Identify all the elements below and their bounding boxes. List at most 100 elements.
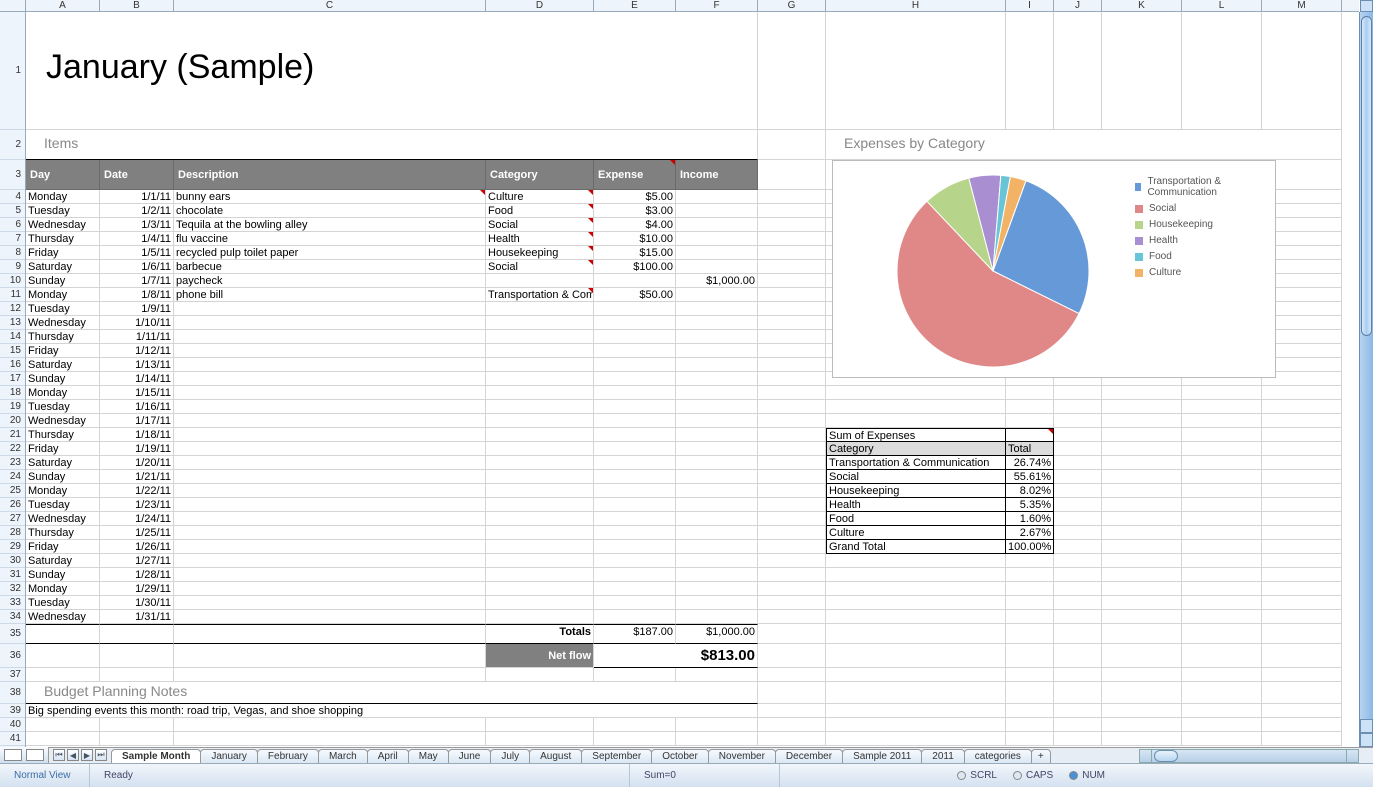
cell-income[interactable] — [676, 344, 758, 358]
row-header-28[interactable]: 28 — [0, 526, 25, 540]
cell-category[interactable] — [486, 372, 594, 386]
pivot-row-cat[interactable]: Health — [826, 498, 1006, 512]
row-header-7[interactable]: 7 — [0, 232, 25, 246]
cell-date[interactable]: 1/2/11 — [100, 204, 174, 218]
netflow-value[interactable]: $813.00 — [594, 644, 758, 668]
cell-description[interactable]: recycled pulp toilet paper — [174, 246, 486, 260]
cell[interactable] — [1102, 456, 1182, 470]
cell-day[interactable]: Wednesday — [26, 610, 100, 624]
row-header-5[interactable]: 5 — [0, 204, 25, 218]
cell[interactable] — [758, 540, 826, 554]
cell[interactable] — [1182, 526, 1262, 540]
header-date[interactable]: Date — [100, 160, 174, 190]
cell-date[interactable]: 1/8/11 — [100, 288, 174, 302]
cell-description[interactable] — [174, 414, 486, 428]
cell-description[interactable]: Tequila at the bowling alley — [174, 218, 486, 232]
col-header-D[interactable]: D — [486, 0, 594, 11]
row-header-41[interactable]: 41 — [0, 732, 25, 746]
sheet-tab[interactable]: June — [448, 749, 492, 763]
pivot-row-cat[interactable]: Culture — [826, 526, 1006, 540]
cell[interactable] — [1006, 718, 1054, 732]
cell[interactable] — [758, 718, 826, 732]
row-header-35[interactable]: 35 — [0, 624, 25, 644]
add-sheet-icon[interactable]: + — [1031, 749, 1051, 763]
cell[interactable] — [1182, 498, 1262, 512]
cell-expense[interactable]: $15.00 — [594, 246, 676, 260]
cell-day[interactable]: Thursday — [26, 428, 100, 442]
cell-category[interactable] — [486, 596, 594, 610]
cell-expense[interactable] — [594, 274, 676, 288]
cell[interactable] — [100, 624, 174, 644]
cell[interactable] — [826, 718, 1006, 732]
cell-income[interactable] — [676, 428, 758, 442]
pivot-cell[interactable] — [1006, 428, 1054, 442]
cell-description[interactable]: paycheck — [174, 274, 486, 288]
cell-date[interactable]: 1/22/11 — [100, 484, 174, 498]
cell-category[interactable]: Food — [486, 204, 594, 218]
cell[interactable] — [1262, 718, 1342, 732]
row-header-13[interactable]: 13 — [0, 316, 25, 330]
pivot-category-label[interactable]: Category — [826, 442, 1006, 456]
cell-income[interactable] — [676, 330, 758, 344]
cell[interactable] — [1262, 526, 1342, 540]
sheet-tab[interactable]: categories — [964, 749, 1032, 763]
cell[interactable] — [1262, 704, 1342, 718]
cell-day[interactable]: Wednesday — [26, 512, 100, 526]
cell-description[interactable] — [174, 484, 486, 498]
cell[interactable] — [1102, 498, 1182, 512]
cell-category[interactable] — [486, 330, 594, 344]
cell[interactable] — [826, 554, 1006, 568]
cell[interactable] — [826, 704, 1006, 718]
cell[interactable] — [1054, 386, 1102, 400]
pivot-row-pct[interactable]: 2.67% — [1006, 526, 1054, 540]
cell[interactable] — [1182, 732, 1262, 746]
row-header-39[interactable]: 39 — [0, 704, 25, 718]
cell[interactable] — [1262, 484, 1342, 498]
cell-category[interactable]: Social — [486, 260, 594, 274]
cell[interactable] — [1102, 568, 1182, 582]
cell-category[interactable] — [486, 582, 594, 596]
cell[interactable] — [1006, 12, 1054, 130]
pivot-grand-pct[interactable]: 100.00% — [1006, 540, 1054, 554]
row-header-24[interactable]: 24 — [0, 470, 25, 484]
cell[interactable] — [100, 644, 174, 668]
cell-income[interactable] — [676, 582, 758, 596]
cell[interactable] — [1102, 470, 1182, 484]
cell-expense[interactable]: $4.00 — [594, 218, 676, 232]
cell-income[interactable] — [676, 498, 758, 512]
row-header-8[interactable]: 8 — [0, 246, 25, 260]
cell-day[interactable]: Friday — [26, 540, 100, 554]
cell-income[interactable] — [676, 400, 758, 414]
row-header-6[interactable]: 6 — [0, 218, 25, 232]
cell-expense[interactable] — [594, 358, 676, 372]
cell-category[interactable] — [486, 554, 594, 568]
cell[interactable] — [1054, 582, 1102, 596]
row-header-3[interactable]: 3 — [0, 160, 25, 190]
cell-expense[interactable] — [594, 316, 676, 330]
pivot-row-cat[interactable]: Food — [826, 512, 1006, 526]
cell-day[interactable]: Sunday — [26, 274, 100, 288]
cell[interactable] — [1262, 414, 1342, 428]
cell[interactable] — [1102, 12, 1182, 130]
tab-last-icon[interactable]: ⏭ — [95, 749, 107, 761]
cell-category[interactable] — [486, 344, 594, 358]
header-expense[interactable]: Expense — [594, 160, 676, 190]
col-header-E[interactable]: E — [594, 0, 676, 11]
cell[interactable] — [758, 330, 826, 344]
row-header-2[interactable]: 2 — [0, 130, 25, 160]
cell[interactable] — [100, 732, 174, 746]
cell-description[interactable] — [174, 596, 486, 610]
cell-description[interactable] — [174, 386, 486, 400]
sheet-tab[interactable]: August — [529, 749, 582, 763]
cell-description[interactable] — [174, 568, 486, 582]
row-header-31[interactable]: 31 — [0, 568, 25, 582]
row-header-32[interactable]: 32 — [0, 582, 25, 596]
cell-description[interactable] — [174, 344, 486, 358]
cell[interactable] — [1054, 682, 1102, 704]
cell-description[interactable]: phone bill — [174, 288, 486, 302]
cell[interactable] — [758, 12, 826, 130]
cell[interactable] — [1006, 386, 1054, 400]
cell-income[interactable] — [676, 484, 758, 498]
cell-category[interactable] — [486, 526, 594, 540]
cell-day[interactable]: Thursday — [26, 330, 100, 344]
